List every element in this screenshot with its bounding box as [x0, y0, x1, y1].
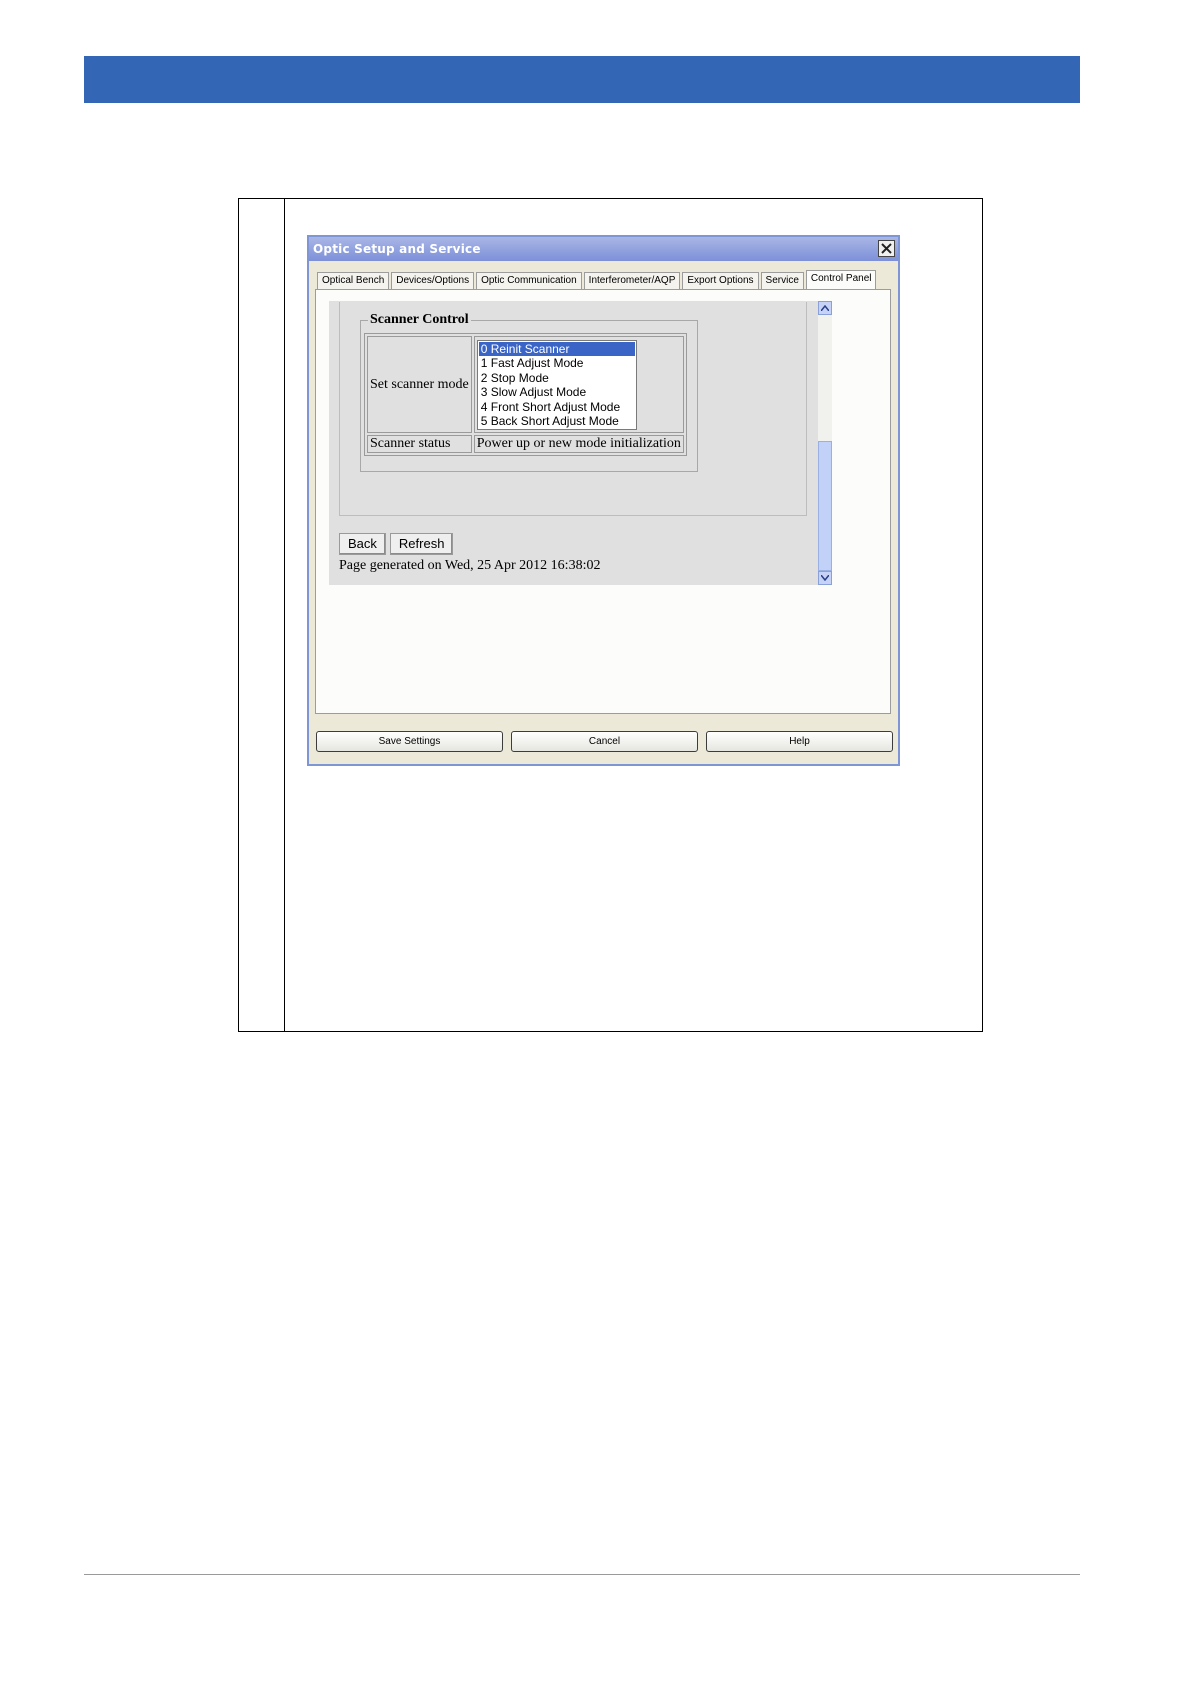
list-item[interactable]: 0 Reinit Scanner	[478, 342, 635, 357]
scanner-status-value: Power up or new mode initialization	[473, 435, 684, 453]
embedded-web-page: Scanner Control Set scanner mode 0 Reini…	[329, 301, 818, 585]
tab-optic-communication[interactable]: Optic Communication	[476, 272, 582, 289]
chevron-down-icon	[821, 575, 829, 581]
control-panel-tab-content: Scanner Control Set scanner mode 0 Reini…	[315, 289, 891, 714]
tab-strip: Optical Bench Devices/Options Optic Comm…	[317, 270, 878, 290]
table-row: Scanner status Power up or new mode init…	[367, 435, 684, 453]
refresh-button[interactable]: Refresh	[389, 533, 454, 555]
list-item[interactable]: 5 Back Short Adjust Mode	[479, 414, 635, 428]
scanner-control-table: Set scanner mode 0 Reinit Scanner 1 Fast…	[364, 333, 687, 456]
back-button[interactable]: Back	[339, 533, 386, 555]
scanner-control-legend: Scanner Control	[368, 312, 471, 328]
set-scanner-mode-label: Set scanner mode	[367, 336, 472, 433]
list-item[interactable]: 3 Slow Adjust Mode	[479, 385, 635, 399]
footer-rule	[84, 1574, 1080, 1575]
tab-service[interactable]: Service	[760, 272, 804, 289]
list-item[interactable]: 1 Fast Adjust Mode	[479, 356, 635, 370]
scanner-control-fieldset: Scanner Control Set scanner mode 0 Reini…	[360, 312, 698, 472]
scrollbar-thumb[interactable]	[818, 441, 832, 571]
frame-column-divider	[284, 199, 285, 1031]
dialog-button-row: Save Settings Cancel Help	[316, 731, 901, 752]
dialog-title: Optic Setup and Service	[313, 242, 481, 256]
optic-setup-dialog: Optic Setup and Service Optical Bench De…	[307, 235, 900, 766]
content-box: Scanner Control Set scanner mode 0 Reini…	[339, 302, 807, 516]
close-icon	[881, 243, 892, 254]
close-button[interactable]	[878, 240, 895, 257]
page-header-bar	[84, 56, 1080, 103]
tab-optical-bench[interactable]: Optical Bench	[317, 272, 390, 289]
page-button-row: Back Refresh	[339, 533, 457, 555]
cancel-button[interactable]: Cancel	[511, 731, 698, 752]
scanner-status-label: Scanner status	[367, 435, 472, 453]
scanner-mode-cell: 0 Reinit Scanner 1 Fast Adjust Mode 2 St…	[473, 336, 684, 433]
tab-export-options[interactable]: Export Options	[682, 272, 759, 289]
scroll-down-button[interactable]	[818, 571, 832, 585]
vertical-scrollbar[interactable]	[818, 301, 832, 585]
chevron-up-icon	[821, 305, 829, 311]
list-item[interactable]: 2 Stop Mode	[479, 371, 635, 385]
tab-interferometer-aqp[interactable]: Interferometer/AQP	[583, 272, 681, 289]
list-item[interactable]: 4 Front Short Adjust Mode	[479, 400, 635, 414]
scroll-up-button[interactable]	[818, 301, 832, 315]
dialog-titlebar: Optic Setup and Service	[309, 237, 898, 261]
table-row: Set scanner mode 0 Reinit Scanner 1 Fast…	[367, 336, 684, 433]
tab-control-panel[interactable]: Control Panel	[805, 270, 877, 290]
help-button[interactable]: Help	[706, 731, 893, 752]
scanner-mode-listbox[interactable]: 0 Reinit Scanner 1 Fast Adjust Mode 2 St…	[476, 340, 637, 430]
tab-devices-options[interactable]: Devices/Options	[391, 272, 475, 289]
page-generated-text: Page generated on Wed, 25 Apr 2012 16:38…	[339, 558, 601, 573]
save-settings-button[interactable]: Save Settings	[316, 731, 503, 752]
